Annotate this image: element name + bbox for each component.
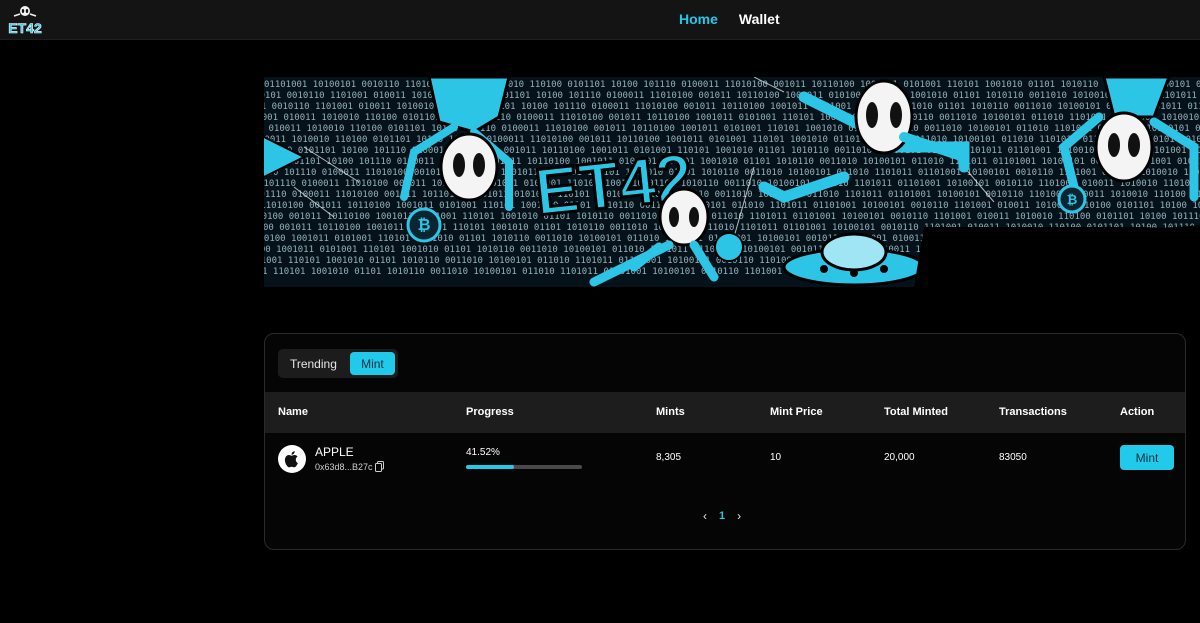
next-page-icon[interactable]: › — [737, 509, 741, 523]
banner-illustration: 01101001 10100101 0010110 1101001 010011… — [264, 77, 1200, 287]
header-mint-price: Mint Price — [770, 406, 823, 418]
binary-row: 11010100 001011 10110100 1001011 0101001… — [264, 212, 1200, 222]
binary-row: 10011 1010010 110100 0101101 10100 10111… — [264, 135, 1200, 145]
tab-mint[interactable]: Mint — [349, 352, 395, 375]
et42-logo[interactable]: ET42 — [8, 4, 42, 36]
svg-text:₿: ₿ — [1067, 192, 1078, 207]
header-transactions: Transactions — [999, 406, 1067, 418]
tab-trending[interactable]: Trending — [281, 352, 346, 375]
mints-value: 8,305 — [656, 452, 682, 463]
mint-price-value: 10 — [770, 452, 782, 463]
prev-page-icon[interactable]: ‹ — [703, 509, 707, 523]
binary-row: 1 10100101 0010110 1101001 010011 101001… — [264, 91, 1200, 101]
binary-row: 0110 1101001 010011 1010010 110100 01011… — [264, 113, 1200, 123]
binary-row: 00 001011 10110100 1001011 0101001 11010… — [264, 223, 1200, 233]
binary-row: 101 0010110 1101001 010011 1010010 11010… — [264, 102, 1200, 112]
list-tabs: Trending Mint — [278, 349, 398, 378]
nav-wallet[interactable]: Wallet — [739, 11, 780, 27]
main-nav: Home Wallet — [679, 11, 780, 27]
binary-row: 0101101 10100 101110 0100011 11010100 00… — [264, 168, 1200, 178]
token-list-panel: Trending Mint Name Progress Mints Mint P… — [264, 333, 1186, 550]
svg-text:₿: ₿ — [417, 216, 430, 234]
logo-text: ET42 — [8, 20, 42, 36]
copy-icon[interactable] — [375, 461, 384, 472]
table-row[interactable]: APPLE 0x63d8...B27c 41.52% 8,305 10 20,0… — [265, 433, 1185, 485]
total-minted-value: 20,000 — [884, 452, 915, 463]
hero-banner: 01101001 10100101 0010110 1101001 010011… — [264, 77, 1200, 287]
header-mints: Mints — [656, 406, 685, 418]
pagination: ‹ 1 › — [703, 509, 741, 523]
binary-row: 110100 0101101 10100 101110 0100011 1101… — [264, 157, 1200, 167]
token-name[interactable]: APPLE — [315, 445, 354, 459]
header-total-minted: Total Minted — [884, 406, 948, 418]
binary-row: 101001 110101 1001010 01101 1010110 0011… — [264, 267, 1200, 277]
header-action: Action — [1120, 406, 1155, 418]
binary-row: 01001 010011 1010010 110100 0101101 1010… — [264, 124, 1200, 134]
nav-home[interactable]: Home — [679, 11, 718, 27]
page-number-current[interactable]: 1 — [719, 510, 725, 522]
token-avatar — [278, 445, 306, 473]
mint-button[interactable]: Mint — [1120, 445, 1174, 470]
header-name: Name — [278, 406, 308, 418]
progress-bar — [466, 465, 582, 469]
progress-percent: 41.52% — [466, 447, 500, 458]
apple-icon — [284, 451, 298, 468]
header-progress: Progress — [466, 406, 514, 418]
table-header: Name Progress Mints Mint Price Total Min… — [265, 392, 1185, 433]
top-navigation-bar: ET42 Home Wallet — [0, 0, 1200, 40]
token-address: 0x63d8...B27c — [315, 462, 373, 472]
progress-bar-fill — [466, 465, 515, 469]
transactions-value: 83050 — [999, 452, 1027, 463]
binary-row: 01101001 10100101 0010110 1101001 010011… — [264, 80, 1200, 90]
